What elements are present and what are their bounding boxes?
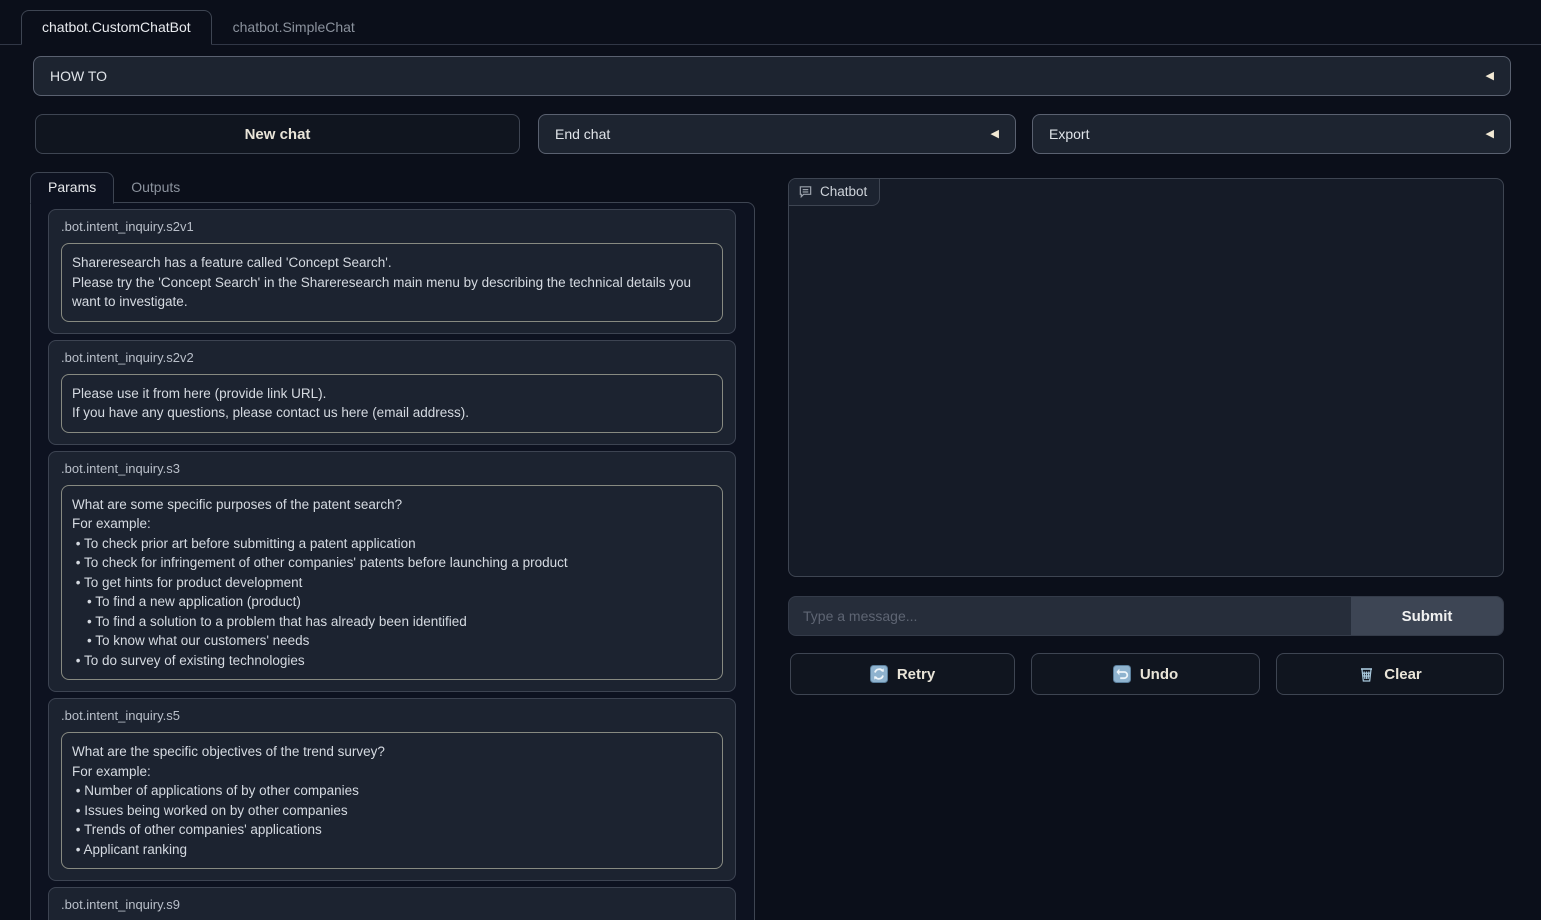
param-group: .bot.intent_inquiry.s2v1 Shareresearch h… [48,209,736,334]
tab-custom-chatbot[interactable]: chatbot.CustomChatBot [21,10,212,45]
param-label: .bot.intent_inquiry.s3 [61,461,723,477]
param-label: .bot.intent_inquiry.s9 [61,897,723,913]
message-input[interactable] [789,597,1351,635]
chevron-left-icon: ◀ [1486,71,1494,82]
howto-label: HOW TO [50,68,107,84]
export-label: Export [1049,126,1089,142]
undo-button[interactable]: Undo [1031,653,1260,695]
undo-label: Undo [1140,666,1178,683]
param-group: .bot.intent_inquiry.s5 What are the spec… [48,698,736,881]
end-chat-label: End chat [555,126,610,142]
retry-label: Retry [897,666,935,683]
params-panel: .bot.intent_inquiry.s2v1 Shareresearch h… [30,202,755,920]
clear-label: Clear [1384,666,1422,683]
param-group: .bot.intent_inquiry.s3 What are some spe… [48,451,736,693]
chatbot-label: Chatbot [789,179,880,206]
chevron-left-icon: ◀ [991,129,999,140]
param-group: .bot.intent_inquiry.s2v2 Please use it f… [48,340,736,445]
params-outputs-tab-bar: Params Outputs [30,172,197,203]
tab-outputs[interactable]: Outputs [114,173,197,203]
chevron-left-icon: ◀ [1486,129,1494,140]
param-label: .bot.intent_inquiry.s5 [61,708,723,724]
message-input-row: Submit [788,596,1504,636]
app-tab-bar: chatbot.CustomChatBot chatbot.SimpleChat [0,0,1541,45]
chat-bubble-icon [798,184,813,199]
param-group: .bot.intent_inquiry.s9 [48,887,736,920]
chatbot-panel: Chatbot [788,178,1504,577]
retry-icon [870,665,888,683]
clear-button[interactable]: Clear [1276,653,1504,695]
param-label: .bot.intent_inquiry.s2v1 [61,219,723,235]
param-textbox[interactable]: What are the specific objectives of the … [61,732,723,869]
chatbot-label-text: Chatbot [820,184,867,199]
tab-params[interactable]: Params [30,172,114,204]
retry-button[interactable]: Retry [790,653,1015,695]
clear-icon [1358,665,1375,683]
param-label: .bot.intent_inquiry.s2v2 [61,350,723,366]
tab-simple-chat[interactable]: chatbot.SimpleChat [212,10,376,45]
end-chat-accordion[interactable]: End chat ◀ [538,114,1016,154]
undo-icon [1113,665,1131,683]
param-textbox[interactable]: Please use it from here (provide link UR… [61,374,723,433]
export-accordion[interactable]: Export ◀ [1032,114,1511,154]
param-textbox[interactable]: Shareresearch has a feature called 'Conc… [61,243,723,322]
new-chat-button[interactable]: New chat [35,114,520,154]
param-textbox[interactable]: What are some specific purposes of the p… [61,485,723,681]
submit-button[interactable]: Submit [1351,597,1503,635]
howto-accordion[interactable]: HOW TO ◀ [33,56,1511,96]
